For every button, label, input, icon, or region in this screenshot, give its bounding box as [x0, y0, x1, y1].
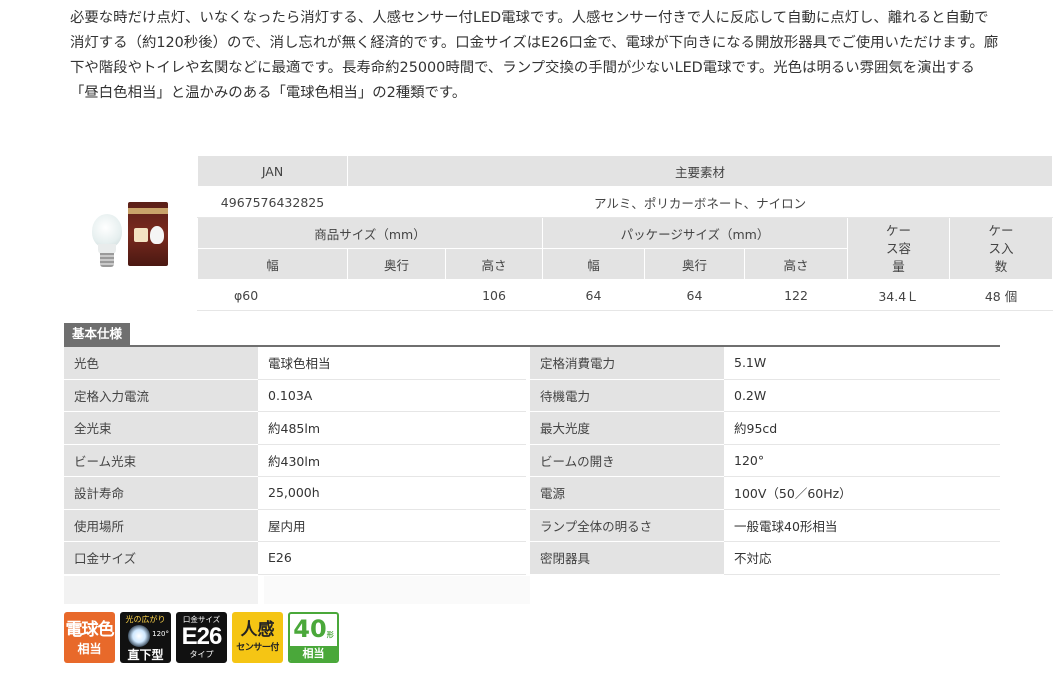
product-width-value: φ60: [197, 279, 348, 311]
light-color-badge: 電球色 相当: [64, 612, 115, 663]
case-volume-header: ケース容量: [847, 217, 950, 280]
spec-row: 使用場所 屋内用 ランプ全体の明るさ 一般電球40形相当: [64, 509, 1000, 542]
product-spec-table: JAN 主要素材 4967576432825 アルミ、ポリカーボネート、ナイロン…: [197, 155, 1053, 311]
spec-value: 120°: [724, 444, 1000, 477]
base-size-badge: 口金サイズ E26 タイプ: [176, 612, 227, 663]
spec-value: 約430lm: [258, 444, 526, 477]
spec-value: 5.1W: [724, 347, 1000, 380]
product-height-value: 106: [445, 279, 543, 311]
material-header: 主要素材: [346, 155, 1053, 187]
spec-key: ビーム光束: [64, 444, 258, 477]
case-qty-value: 48 個: [948, 279, 1053, 311]
spec-key: 電源: [530, 476, 724, 510]
case-qty-header: ケース入数: [948, 217, 1053, 280]
case-volume-value: 34.4Ｌ: [847, 279, 950, 311]
package-depth-value: 64: [644, 279, 745, 311]
spec-key: 全光束: [64, 411, 258, 445]
package-height-value: 122: [744, 279, 848, 311]
spec-value: 約485lm: [258, 411, 526, 445]
spec-value: 屋内用: [258, 509, 526, 542]
spec-key: ランプ全体の明るさ: [530, 509, 724, 542]
spec-value: 不対応: [724, 541, 1000, 575]
spec-row: ビーム光束 約430lm ビームの開き 120°: [64, 444, 1000, 477]
product-size-header: 商品サイズ（mm）: [197, 217, 543, 249]
spec-key: 設計寿命: [64, 476, 258, 510]
light-spread-icon: [128, 625, 150, 647]
spec-value: E26: [258, 541, 526, 575]
spec-value: 100V（50／60Hz）: [724, 476, 1000, 510]
motion-sensor-badge: 人感 センサー付: [232, 612, 283, 663]
spec-key: ビームの開き: [530, 444, 724, 477]
spec-key: 最大光度: [530, 411, 724, 445]
spec-row: 定格入力電流 0.103A 待機電力 0.2W: [64, 379, 1000, 412]
spec-value: 0.103A: [258, 379, 526, 412]
spec-key: 口金サイズ: [64, 541, 258, 575]
product-image: [88, 198, 180, 276]
spec-value: 約95cd: [724, 411, 1000, 445]
spec-row: 光色 電球色相当 定格消費電力 5.1W: [64, 347, 1000, 380]
package-size-header: パッケージサイズ（mm）: [542, 217, 848, 249]
product-depth-header: 奥行: [347, 248, 446, 280]
spec-row: 全光束 約485lm 最大光度 約95cd: [64, 411, 1000, 445]
spec-value: 25,000h: [258, 476, 526, 510]
beam-angle-badge: 光の広がり 120° 直下型: [120, 612, 171, 663]
product-height-header: 高さ: [445, 248, 543, 280]
spec-key: 密閉器具: [530, 541, 724, 575]
basic-spec-title: 基本仕様: [64, 323, 131, 345]
product-description: 必要な時だけ点灯、いなくなったら消灯する、人感センサー付LED電球です。人感セン…: [70, 10, 999, 101]
material-value: アルミ、ポリカーボネート、ナイロン: [346, 186, 1053, 218]
basic-spec-table: 光色 電球色相当 定格消費電力 5.1W 定格入力電流 0.103A 待機電力 0.2W 全光束…: [64, 347, 1000, 575]
spec-value: 電球色相当: [258, 347, 526, 380]
spec-row: 口金サイズ E26 密閉器具 不対応: [64, 541, 1000, 575]
wattage-equivalent-badge: 40形 相当: [288, 612, 339, 663]
package-depth-header: 奥行: [644, 248, 745, 280]
product-width-header: 幅: [197, 248, 348, 280]
faded-spec-row: [64, 576, 530, 604]
spec-value: 0.2W: [724, 379, 1000, 412]
product-depth-value: [347, 279, 446, 311]
spec-key: 定格消費電力: [530, 347, 724, 380]
spec-row: 設計寿命 25,000h 電源 100V（50／60Hz）: [64, 476, 1000, 510]
package-width-header: 幅: [542, 248, 645, 280]
spec-key: 待機電力: [530, 379, 724, 412]
bulb-icon: [92, 214, 122, 248]
spec-key: 光色: [64, 347, 258, 380]
spec-key: 定格入力電流: [64, 379, 258, 412]
spec-value: 一般電球40形相当: [724, 509, 1000, 542]
jan-value: 4967576432825: [197, 186, 348, 218]
jan-header: JAN: [197, 155, 348, 187]
package-width-value: 64: [542, 279, 645, 311]
spec-key: 使用場所: [64, 509, 258, 542]
package-height-header: 高さ: [744, 248, 848, 280]
